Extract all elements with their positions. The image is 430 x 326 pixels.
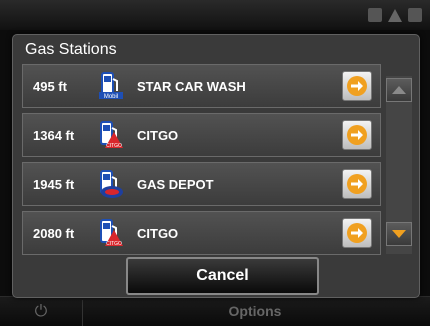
- navigate-arrow-button[interactable]: [342, 120, 372, 150]
- station-row[interactable]: 495 ft Mobil STAR CAR WASH: [22, 64, 381, 108]
- scroll-up-button[interactable]: [386, 78, 412, 102]
- citgo-logo-text: CITGO: [106, 143, 122, 149]
- gas-depot-pump-icon: [95, 169, 125, 199]
- navigate-arrow-button[interactable]: [342, 218, 372, 248]
- warning-icon: [388, 8, 402, 22]
- screen: ⏻ Options Gas Stations 495 ft Mobil STAR…: [0, 0, 430, 326]
- station-distance: 495 ft: [33, 78, 67, 94]
- battery-icon: [368, 8, 382, 22]
- citgo-logo-text: CITGO: [106, 241, 122, 247]
- cancel-button[interactable]: Cancel: [126, 257, 319, 295]
- triangle-down-icon: [392, 230, 406, 238]
- station-name: STAR CAR WASH: [137, 78, 246, 94]
- arrow-right-icon: [347, 174, 367, 194]
- arrow-right-icon: [347, 223, 367, 243]
- station-row[interactable]: 2080 ft CITGO CITGO: [22, 211, 381, 255]
- scroll-down-button[interactable]: [386, 222, 412, 246]
- gas-stations-dialog: Gas Stations 495 ft Mobil STAR CAR WASH: [12, 34, 420, 298]
- citgo-pump-icon: CITGO: [95, 218, 125, 248]
- navigate-arrow-button[interactable]: [342, 169, 372, 199]
- gps-signal-icon: [408, 8, 422, 22]
- bottom-divider: [82, 300, 83, 326]
- station-distance: 2080 ft: [33, 225, 75, 241]
- citgo-pump-icon: CITGO: [95, 120, 125, 150]
- power-icon[interactable]: ⏻: [28, 303, 54, 323]
- station-distance: 1945 ft: [33, 176, 75, 192]
- mobil-pump-icon: Mobil: [95, 71, 125, 101]
- arrow-right-icon: [347, 125, 367, 145]
- station-name: CITGO: [137, 127, 179, 143]
- triangle-up-icon: [392, 86, 406, 94]
- station-name: GAS DEPOT: [137, 176, 214, 192]
- options-button[interactable]: Options: [200, 303, 310, 319]
- top-status-bar: [0, 0, 430, 30]
- station-name: CITGO: [137, 225, 179, 241]
- dialog-title: Gas Stations: [25, 41, 117, 58]
- mobil-logo-text: Mobil: [104, 94, 118, 100]
- station-distance: 1364 ft: [33, 127, 75, 143]
- station-row[interactable]: 1364 ft CITGO CITGO: [22, 113, 381, 157]
- navigate-arrow-button[interactable]: [342, 71, 372, 101]
- station-list: 495 ft Mobil STAR CAR WASH 1364 ft CITGO…: [22, 64, 381, 256]
- arrow-right-icon: [347, 76, 367, 96]
- station-row[interactable]: 1945 ft GAS DEPOT: [22, 162, 381, 206]
- status-icons: [368, 8, 422, 22]
